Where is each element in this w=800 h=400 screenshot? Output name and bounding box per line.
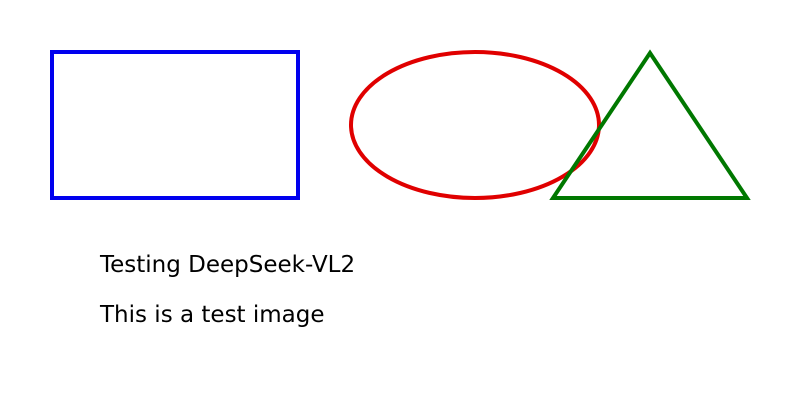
shapes-canvas (50, 49, 751, 200)
blue-rectangle (50, 50, 300, 200)
green-triangle (549, 49, 751, 200)
title-text: Testing DeepSeek-VL2 (100, 252, 356, 278)
red-ellipse (349, 50, 601, 200)
subtitle-text: This is a test image (100, 302, 325, 328)
